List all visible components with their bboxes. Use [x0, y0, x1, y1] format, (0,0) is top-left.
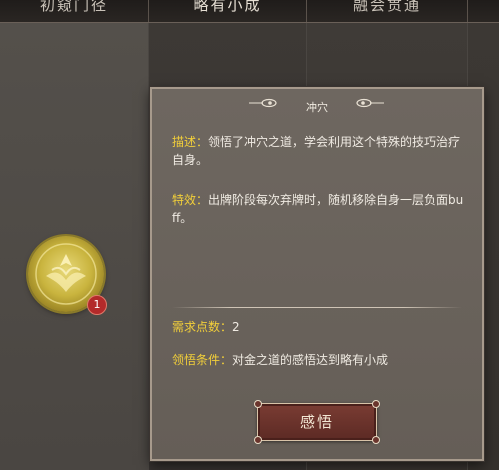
tab-lueyou[interactable]: 略有小成 — [149, 0, 306, 22]
enlighten-button[interactable]: 感悟 — [254, 400, 380, 444]
tab-ronghui[interactable]: 融会贯通 — [307, 0, 467, 22]
enlighten-button-label: 感悟 — [299, 413, 334, 431]
button-corner-ornament — [372, 436, 380, 444]
effect-label: 特效： — [172, 193, 209, 207]
skill-count-badge: 1 — [87, 295, 107, 315]
skill-detail-popup: 冲穴 描述：领悟了冲穴之道，学会利用这个特殊的技巧治疗自身。 特效：出牌阶段每次… — [150, 87, 484, 461]
tab-bar: 初窥门径 略有小成 融会贯通 — [0, 0, 499, 23]
effect-row: 特效：出牌阶段每次弃牌时，随机移除自身一层负面buff。 — [172, 191, 464, 227]
condition-row: 领悟条件：对金之道的感悟达到略有小成 — [172, 351, 464, 369]
effect-text: 出牌阶段每次弃牌时，随机移除自身一层负面buff。 — [172, 193, 464, 225]
title-ornament-right-icon — [356, 98, 384, 108]
required-points-row: 需求点数：2 — [172, 318, 464, 336]
description-text: 领悟了冲穴之道，学会利用这个特殊的技巧治疗自身。 — [172, 135, 461, 167]
tab-divider — [467, 0, 468, 22]
button-corner-ornament — [254, 400, 262, 408]
required-points-value: 2 — [232, 320, 240, 334]
popup-title: 冲穴 — [306, 101, 328, 114]
button-corner-ornament — [254, 436, 262, 444]
condition-label: 领悟条件： — [172, 353, 233, 367]
tab-chukui[interactable]: 初窥门径 — [0, 0, 148, 22]
description-label: 描述： — [172, 135, 209, 149]
required-points-label: 需求点数： — [172, 320, 233, 334]
condition-text: 对金之道的感悟达到略有小成 — [232, 353, 389, 367]
description-row: 描述：领悟了冲穴之道，学会利用这个特殊的技巧治疗自身。 — [172, 133, 464, 169]
button-corner-ornament — [372, 400, 380, 408]
section-divider — [172, 307, 462, 308]
